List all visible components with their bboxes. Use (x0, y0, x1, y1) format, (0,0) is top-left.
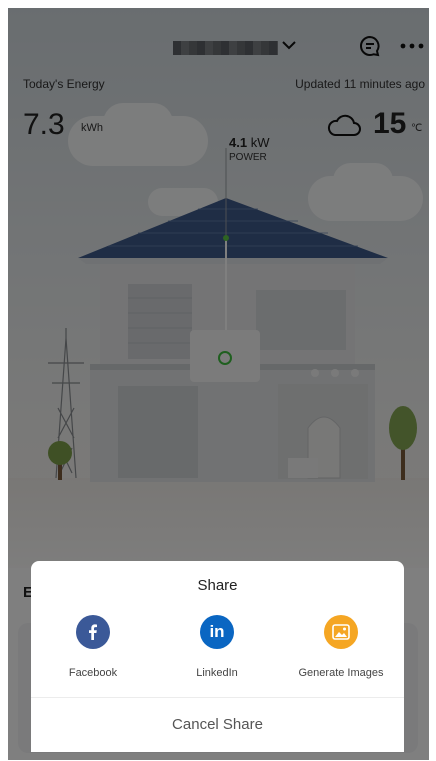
image-icon[interactable] (324, 615, 358, 649)
share-option-label: LinkedIn (196, 667, 238, 679)
share-sheet: Share Facebook in LinkedIn Generate Imag… (31, 561, 404, 752)
share-option-facebook[interactable]: Facebook (33, 615, 153, 679)
cancel-share-button[interactable]: Cancel Share (31, 698, 404, 752)
share-option-generate-images[interactable]: Generate Images (281, 615, 401, 679)
share-sheet-title: Share (197, 577, 238, 594)
share-option-label: Generate Images (298, 667, 384, 679)
share-option-linkedin[interactable]: in LinkedIn (157, 615, 277, 679)
share-option-label: Facebook (68, 667, 118, 679)
facebook-icon[interactable] (76, 615, 110, 649)
linkedin-icon[interactable]: in (200, 615, 234, 649)
